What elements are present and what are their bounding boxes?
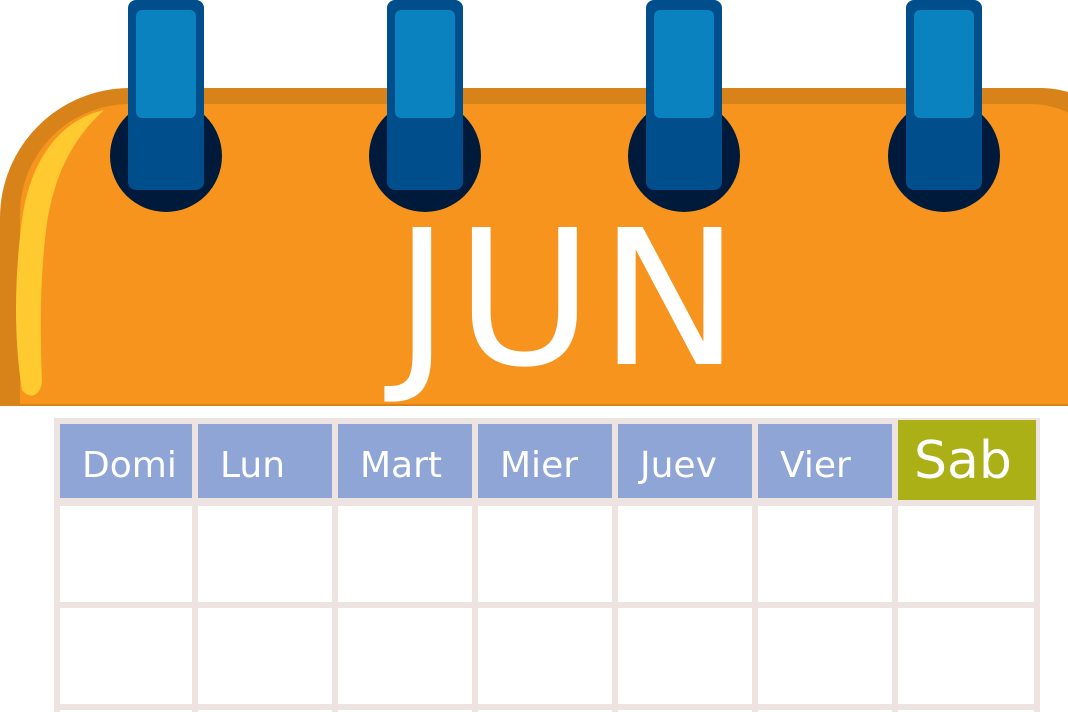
day-cell [60, 506, 192, 602]
day-header-juev: Juev [618, 424, 752, 498]
day-cell [60, 608, 192, 704]
day-cell [618, 608, 752, 704]
day-header-mart: Mart [338, 424, 472, 498]
month-title: JUN [394, 190, 746, 409]
day-cell [898, 608, 1034, 704]
binder-ring-icon [888, 0, 1000, 212]
day-cell [478, 506, 612, 602]
day-cell [898, 506, 1034, 602]
binder-ring-icon [628, 0, 740, 212]
day-cell [198, 608, 332, 704]
day-header-vier: Vier [758, 424, 892, 498]
day-cell [478, 608, 612, 704]
binder-rings [110, 0, 1000, 212]
day-cell [758, 506, 892, 602]
day-header-lun: Lun [198, 424, 332, 498]
day-cell [198, 506, 332, 602]
day-header-sab: Sab [898, 420, 1036, 500]
day-cell [338, 506, 472, 602]
day-cell [618, 506, 752, 602]
day-header-domi: Domi [60, 424, 192, 498]
binder-ring-icon [369, 0, 481, 212]
day-header-mier: Mier [478, 424, 612, 498]
binder-ring-icon [110, 0, 222, 212]
calendar-illustration: JUN Domi Lun Mart Mier Juev Vier Sab [0, 0, 1068, 712]
day-cell [758, 608, 892, 704]
day-cell [338, 608, 472, 704]
